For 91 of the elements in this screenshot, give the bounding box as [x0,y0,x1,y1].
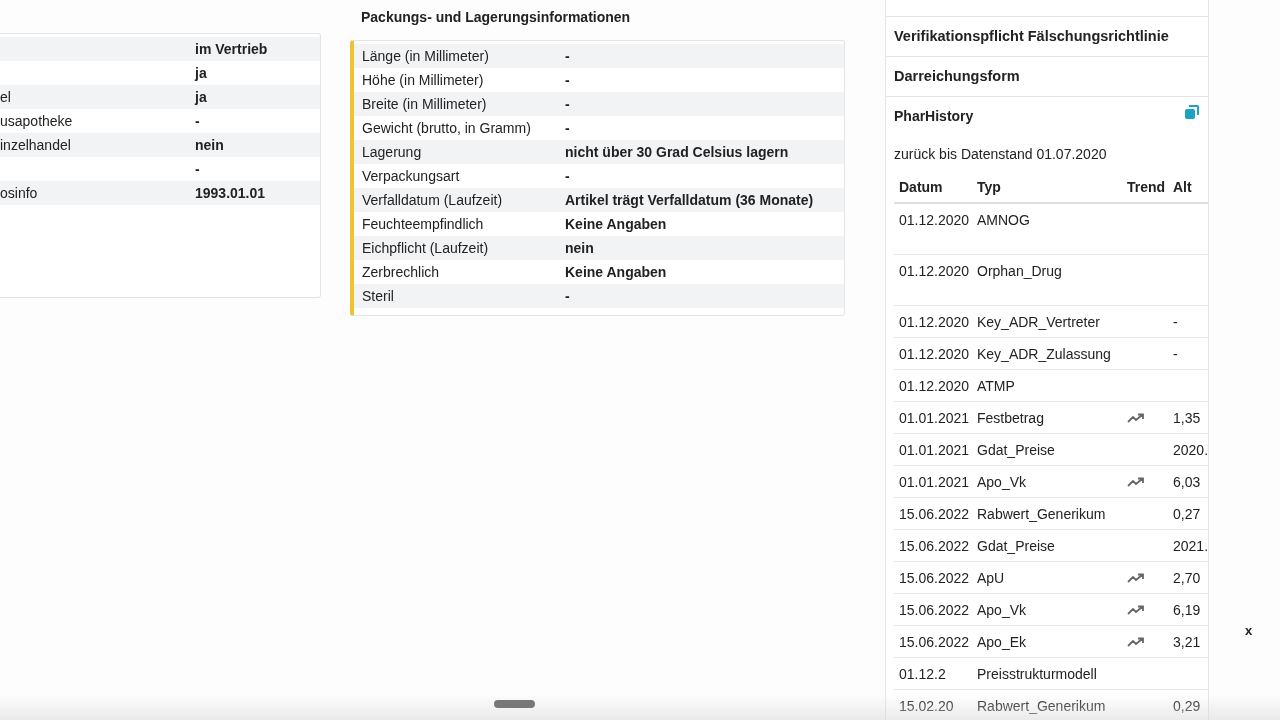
subtitle: zurück bis Datenstand 01.07.2020 [894,145,1108,164]
scroll-handle[interactable] [494,700,535,708]
trend-icon [1127,412,1145,423]
table-cell: 2020. [1173,441,1207,458]
row-value: ja [195,65,207,81]
row-value: Keine Angaben [565,216,667,232]
row-value: 1993.01.01 [195,185,266,201]
row-label: Steril [361,288,395,304]
row-value: nicht über 30 Grad Celsius lagern [565,144,789,160]
column-header: Typ [977,179,1002,195]
trend-icon [1127,636,1145,647]
row-label: Zerbrechlich [361,264,441,280]
row-label: el [0,89,11,105]
table-cell-text: 15.06.2022 [898,601,971,618]
row-label: Länge (in Millimeter) [361,48,490,64]
row-value: ja [195,89,207,105]
table-cell: 6,19 [1173,601,1201,618]
table-cell-text: Apo_Ek [977,633,1028,650]
table-cell-text: 15.06.2022 [898,537,971,554]
row-label: Feuchteempfindlich [361,216,485,232]
row-label: Breite (in Millimeter) [361,96,488,112]
table-cell-text: ATMP [977,377,1016,394]
row-value: - [565,120,570,136]
table-cell-text: Apo_Vk [977,473,1028,490]
table-cell-text: 01.12.2020 [898,377,971,394]
row-value: nein [195,137,224,153]
row-value: - [565,48,570,64]
section-header[interactable]: Darreichungsform [886,57,1208,97]
section-header[interactable]: Verifikationspflicht Fälschungsrichtlinie [886,17,1208,57]
table-cell-text: ApU [977,569,1006,586]
row-label: Eichpflicht (Laufzeit) [361,240,490,256]
table-cell-text: Key_ADR_Zulassung [977,345,1112,362]
table-cell: - [1173,345,1178,362]
row-label: Gewicht (brutto, in Gramm) [361,120,532,136]
column-header: Datum [898,179,944,195]
table-cell: 0,29 [1173,697,1201,714]
table-cell-text: 01.12.2020 [898,345,971,362]
row-label: Höhe (in Millimeter) [361,72,485,88]
table-cell-text: 01.01.2021 [898,441,971,458]
row-label: Verpackungsart [361,168,461,184]
row-label: osinfo [0,185,38,201]
row-value: - [565,72,570,88]
row-value: im Vertrieb [195,41,268,57]
copy-icon[interactable] [1184,104,1200,120]
row-label: inzelhandel [0,137,71,153]
table-cell: 3,21 [1173,633,1201,650]
table-cell-text: 15.06.2022 [898,633,971,650]
table-cell: 2,70 [1173,569,1201,586]
row-label: Verfalldatum (Laufzeit) [361,192,504,208]
column-header: Trend [1127,179,1167,195]
row-value: - [195,161,200,177]
row-value: nein [565,240,594,256]
table-cell-text: 15.06.2022 [898,569,971,586]
table-cell-text: 01.12.2020 [898,263,971,279]
trend-icon [1127,604,1145,615]
table-cell: - [1173,313,1178,330]
close-button[interactable]: x [1245,623,1253,638]
table-cell-text: 15.06.2022 [898,505,971,522]
row-value: Artikel trägt Verfalldatum (36 Monate) [565,192,814,208]
table-cell: 6,03 [1173,473,1201,490]
table-cell-text: Rabwert_Generikum [977,697,1107,714]
section-title: PharHistory [894,108,974,124]
section-title: Packungs- und Lagerungsinformationen [360,8,632,27]
table-cell: 0,27 [1173,505,1201,522]
table-cell: 1,35 [1173,409,1201,426]
table-cell-text: 01.12.2020 [898,212,971,228]
table-cell-text: Key_ADR_Vertreter [977,313,1101,330]
table-cell-text: 01.12.2020 [898,313,971,330]
row-value: - [195,113,200,129]
table-cell-text: Rabwert_Generikum [977,505,1107,522]
row-value: - [565,288,570,304]
row-label: usapotheke [0,113,73,129]
table-cell-text: AMNOG [977,212,1031,228]
table-cell-text: 01.01.2021 [898,473,971,490]
table-cell-text: Preisstrukturmodell [977,665,1098,682]
row-value: - [565,96,570,112]
row-value: - [565,168,570,184]
table-cell-text: 01.12.2 [898,665,947,682]
table-cell-text: Apo_Vk [977,601,1028,618]
table-cell-text: 01.01.2021 [898,409,971,426]
row-label: Lagerung [361,144,423,160]
table-cell-text: Festbetrag [977,409,1045,426]
trend-icon [1127,572,1145,583]
trend-icon [1127,476,1145,487]
table-cell-text: 15.02.20 [898,697,955,714]
table-cell-text: Gdat_Preise [977,441,1056,458]
table-cell: 2021. [1173,537,1207,554]
column-header: Alt [1173,179,1193,195]
table-cell-text: Gdat_Preise [977,537,1056,554]
row-value: Keine Angaben [565,264,667,280]
table-cell-text: Orphan_Drug [977,263,1063,279]
